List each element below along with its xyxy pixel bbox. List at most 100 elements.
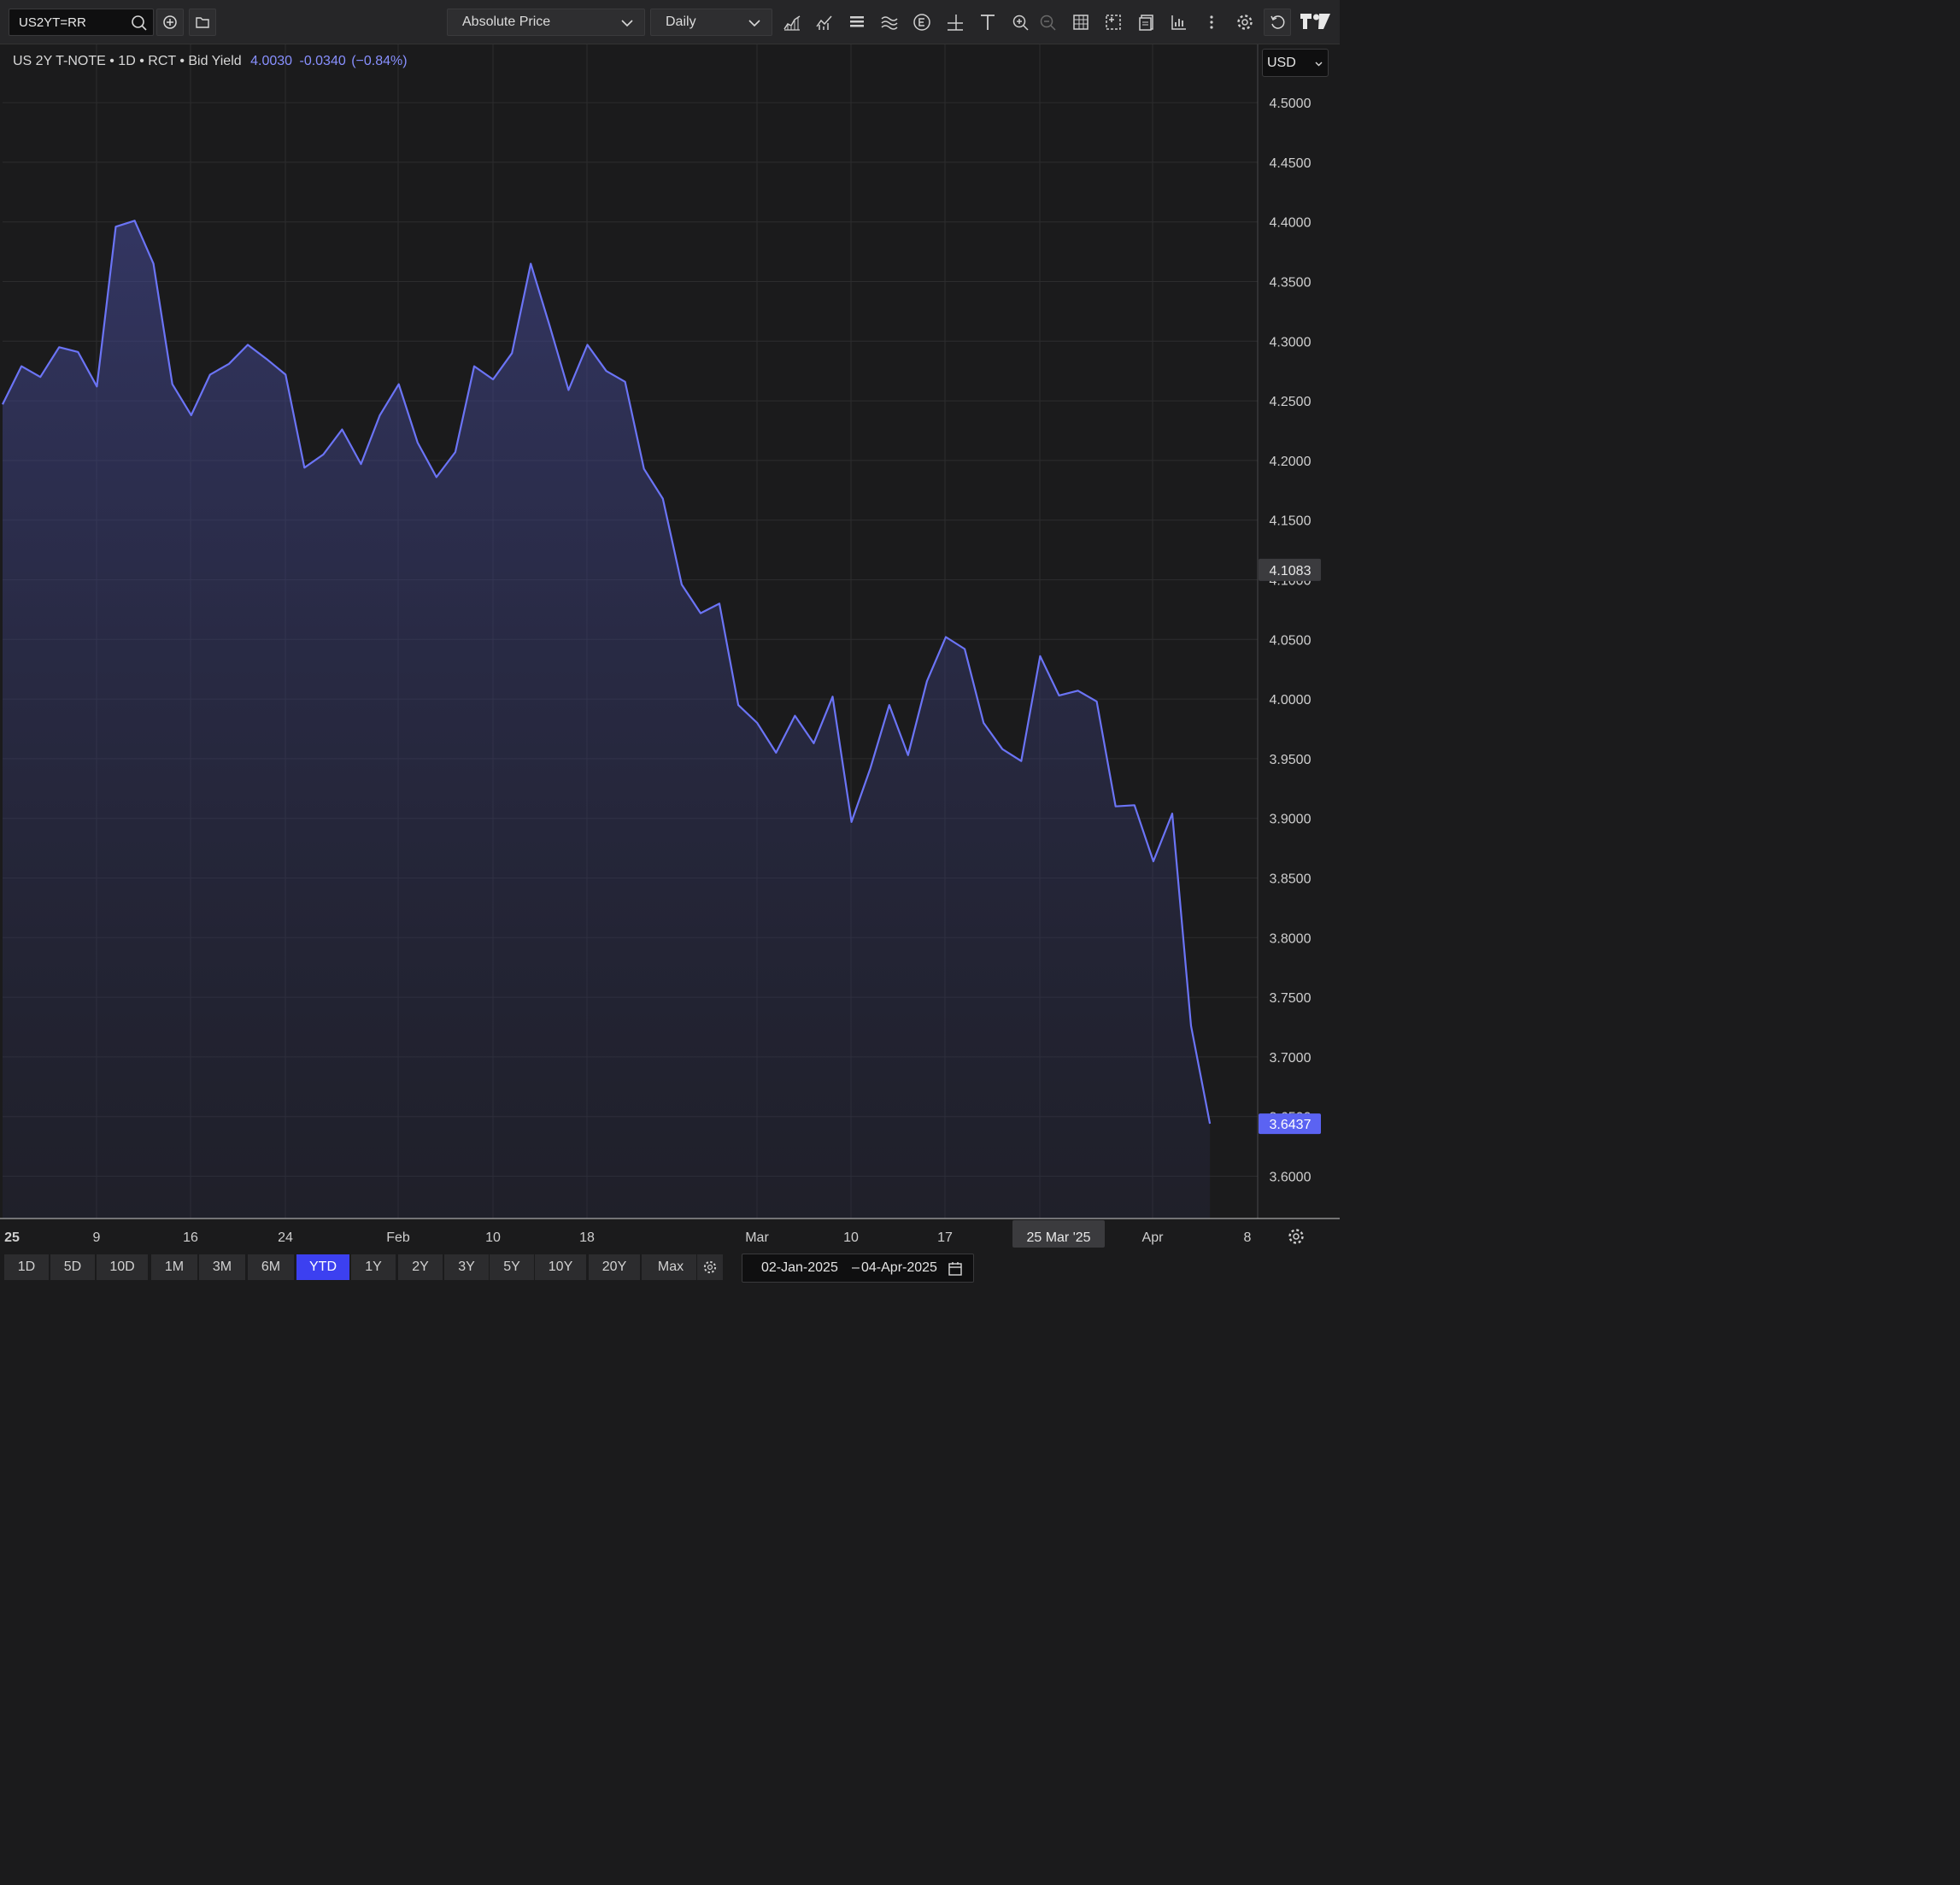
legend-separator: •	[109, 54, 114, 68]
range-button-5y[interactable]: 5Y	[489, 1254, 535, 1281]
chart-area[interactable]: 3.60003.65003.70003.75003.80003.85003.90…	[0, 44, 1340, 1249]
export-icon[interactable]	[1136, 12, 1157, 32]
last-price-label: 3.6437	[1270, 1118, 1312, 1132]
legend-name: US 2Y T-NOTE	[13, 54, 106, 68]
crosshair-price-label: 4.1083	[1270, 564, 1312, 578]
date-from: 02-Jan-2025	[761, 1260, 838, 1275]
x-tick-label: Mar	[745, 1230, 769, 1245]
y-tick-label: 3.8500	[1270, 872, 1312, 887]
y-tick-label: 3.7000	[1270, 1051, 1312, 1066]
x-tick-label: 17	[937, 1230, 953, 1245]
price-chart[interactable]: 3.60003.65003.70003.75003.80003.85003.90…	[0, 44, 1340, 1249]
time-axis-settings-icon[interactable]	[1288, 1229, 1304, 1244]
settings-icon[interactable]	[1235, 12, 1255, 32]
legend-source: RCT	[148, 54, 176, 68]
calendar-icon	[948, 1262, 962, 1276]
y-tick-label: 4.5000	[1270, 97, 1312, 111]
x-tick-label: 24	[278, 1230, 293, 1245]
interval-dropdown[interactable]: Daily	[650, 9, 772, 36]
more-icon[interactable]	[1201, 12, 1222, 32]
text-icon[interactable]	[977, 12, 998, 32]
y-tick-label: 3.9000	[1270, 813, 1312, 827]
range-button-3y[interactable]: 3Y	[443, 1254, 490, 1281]
legend-last-value: 4.0030	[250, 54, 293, 68]
range-button-10y[interactable]: 10Y	[534, 1254, 587, 1281]
y-tick-label: 4.0500	[1270, 633, 1312, 648]
chart-type-icon[interactable]	[782, 12, 802, 32]
settings-icon	[703, 1260, 717, 1274]
x-tick-label: 8	[1244, 1230, 1252, 1245]
y-tick-label: 4.2500	[1270, 395, 1312, 409]
range-button-6m[interactable]: 6M	[247, 1254, 295, 1281]
folder-icon	[196, 17, 209, 28]
range-button-20y[interactable]: 20Y	[588, 1254, 641, 1281]
x-tick-label: 10	[843, 1230, 859, 1245]
open-folder-button[interactable]	[189, 9, 216, 36]
y-tick-label: 4.3500	[1270, 276, 1312, 291]
x-tick-label: Feb	[386, 1230, 410, 1245]
x-tick-label: 16	[183, 1230, 198, 1245]
interval-label: Daily	[666, 15, 696, 29]
range-button-3m[interactable]: 3M	[198, 1254, 246, 1281]
chevron-down-icon	[1315, 62, 1323, 67]
legend-separator: •	[139, 54, 144, 68]
x-tick-label: 25	[4, 1230, 20, 1245]
date-range-picker[interactable]: 02-Jan-2025 – 04-Apr-2025	[742, 1254, 974, 1283]
symbol-search-box[interactable]	[9, 9, 154, 36]
studies-icon[interactable]	[879, 12, 900, 32]
compare-icon[interactable]	[1169, 12, 1189, 32]
x-tick-label: 18	[579, 1230, 595, 1245]
range-button-ytd[interactable]: YTD	[296, 1254, 350, 1281]
reset-button[interactable]	[1264, 9, 1291, 36]
y-tick-label: 4.3000	[1270, 335, 1312, 349]
range-button-max[interactable]: Max	[641, 1254, 701, 1281]
chevron-down-icon	[621, 20, 633, 27]
y-tick-label: 3.6000	[1270, 1171, 1312, 1185]
add-symbol-button[interactable]	[156, 9, 184, 36]
crosshair-icon[interactable]	[945, 12, 965, 32]
range-button-1y[interactable]: 1Y	[350, 1254, 396, 1281]
symbol-input[interactable]	[9, 9, 129, 35]
zoom-out-icon[interactable]	[1037, 12, 1058, 32]
lines-icon[interactable]	[847, 12, 867, 32]
search-icon[interactable]	[131, 15, 148, 32]
legend-change-pct: (−0.84%)	[351, 54, 408, 68]
toolbar: Absolute Price Daily	[0, 0, 1340, 44]
price-type-label: Absolute Price	[462, 15, 551, 29]
chart-legend: US 2Y T-NOTE • 1D • RCT • Bid Yield 4.00…	[13, 54, 408, 69]
x-tick-label: Apr	[1142, 1230, 1165, 1245]
y-tick-label: 4.4000	[1270, 216, 1312, 231]
y-tick-label: 3.9500	[1270, 753, 1312, 767]
currency-label: USD	[1267, 56, 1296, 70]
add-circle-icon	[163, 15, 177, 29]
x-tick-label: 9	[93, 1230, 101, 1245]
legend-change: -0.0340	[299, 54, 346, 68]
legend-interval: 1D	[118, 54, 136, 68]
x-crosshair-tooltip: 25 Mar '25	[1026, 1230, 1090, 1245]
range-button-10d[interactable]: 10D	[96, 1254, 149, 1281]
y-tick-label: 3.8000	[1270, 931, 1312, 946]
zoom-in-icon[interactable]	[1010, 12, 1030, 32]
price-type-dropdown[interactable]: Absolute Price	[447, 9, 645, 36]
date-to: 04-Apr-2025	[861, 1260, 937, 1275]
legend-field: Bid Yield	[188, 54, 242, 68]
currency-select[interactable]: USD	[1262, 49, 1329, 77]
legend-separator: •	[179, 54, 185, 68]
range-button-5d[interactable]: 5D	[50, 1254, 96, 1281]
reset-icon	[1270, 15, 1285, 29]
y-tick-label: 4.1500	[1270, 514, 1312, 529]
range-button-1m[interactable]: 1M	[150, 1254, 198, 1281]
x-tick-label: 10	[485, 1230, 501, 1245]
range-button-2y[interactable]: 2Y	[397, 1254, 443, 1281]
range-button-1d[interactable]: 1D	[3, 1254, 50, 1281]
range-bar: 1D 5D 10D 1M 3M 6M YTD 1Y 2Y 3Y 5Y 10Y 20Y Max 02-Jan…	[0, 1249, 1340, 1289]
layout-icon[interactable]	[1103, 12, 1124, 32]
indicators-icon[interactable]	[814, 12, 835, 32]
range-settings-button[interactable]	[696, 1254, 724, 1281]
data-table-icon[interactable]	[1071, 12, 1091, 32]
y-tick-label: 4.2000	[1270, 455, 1312, 469]
y-tick-label: 3.7500	[1270, 991, 1312, 1006]
y-tick-label: 4.0000	[1270, 693, 1312, 708]
events-icon[interactable]	[912, 12, 932, 32]
date-separator: –	[852, 1260, 860, 1275]
